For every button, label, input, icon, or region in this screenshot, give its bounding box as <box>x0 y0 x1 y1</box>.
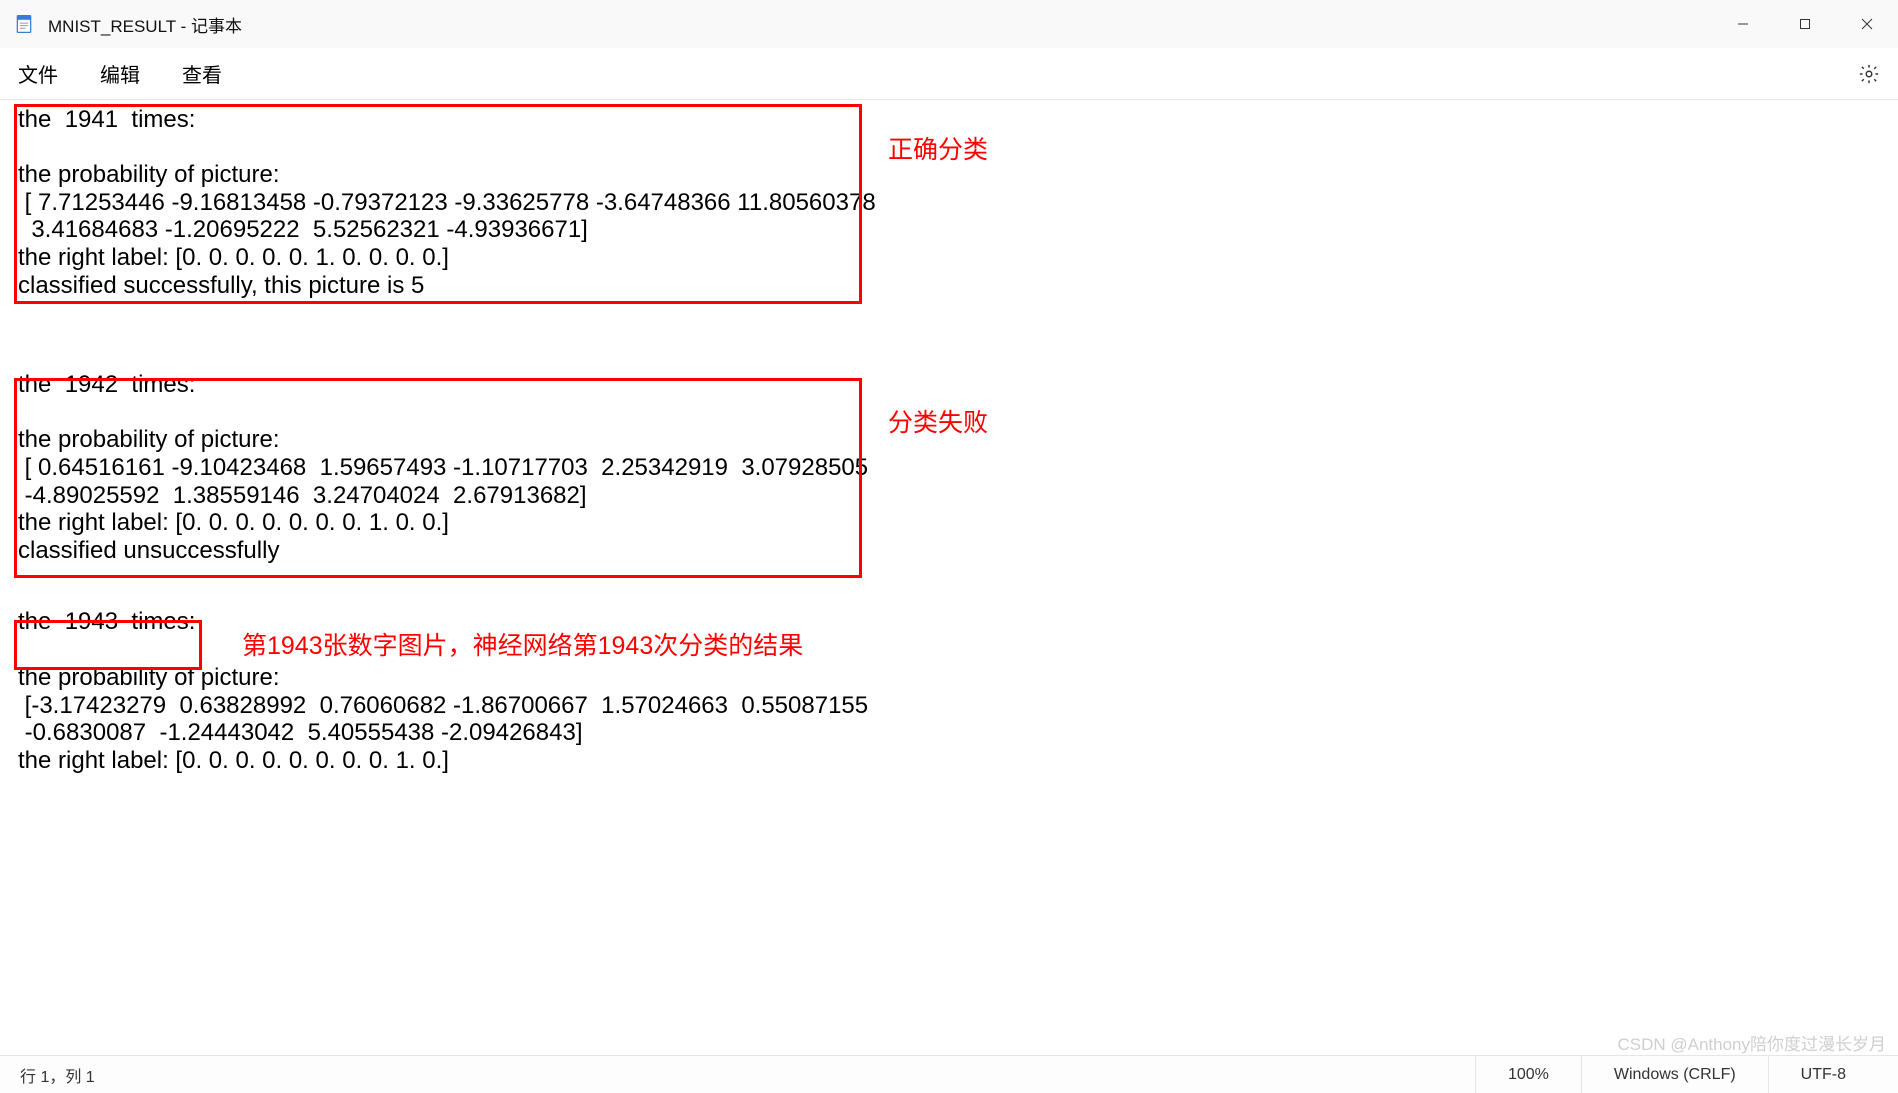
notepad-icon <box>14 14 34 34</box>
text-block-1943-body: the probability of picture: [-3.17423279… <box>0 664 1898 774</box>
status-line-ending: Windows (CRLF) <box>1581 1056 1768 1093</box>
annotation-label-failed: 分类失败 <box>888 409 988 438</box>
text-block-1941: the 1941 times: the probability of pictu… <box>0 106 1898 299</box>
window-title: MNIST_RESULT - 记事本 <box>48 12 242 37</box>
status-zoom: 100% <box>1475 1056 1581 1093</box>
status-position: 行 1，列 1 <box>20 1063 95 1087</box>
minimize-button[interactable] <box>1712 0 1774 48</box>
close-button[interactable] <box>1836 0 1898 48</box>
window-controls <box>1712 0 1898 48</box>
maximize-button[interactable] <box>1774 0 1836 48</box>
settings-button[interactable] <box>1858 48 1880 100</box>
spacer <box>0 299 1898 371</box>
menu-file[interactable]: 文件 <box>18 59 58 88</box>
menu-edit[interactable]: 编辑 <box>100 59 140 88</box>
spacer <box>0 564 1898 608</box>
status-encoding: UTF-8 <box>1768 1056 1878 1093</box>
text-block-1942: the 1942 times: the probability of pictu… <box>0 371 1898 564</box>
menu-view[interactable]: 查看 <box>182 59 222 88</box>
annotation-label-1943: 第1943张数字图片，神经网络第1943次分类的结果 <box>242 632 803 661</box>
statusbar: 行 1，列 1 100% Windows (CRLF) UTF-8 <box>0 1055 1898 1093</box>
editor-area[interactable]: the 1941 times: the probability of pictu… <box>0 100 1898 1055</box>
menubar: 文件 编辑 查看 <box>0 48 1898 100</box>
annotation-label-correct: 正确分类 <box>888 136 988 165</box>
titlebar: MNIST_RESULT - 记事本 <box>0 0 1898 48</box>
